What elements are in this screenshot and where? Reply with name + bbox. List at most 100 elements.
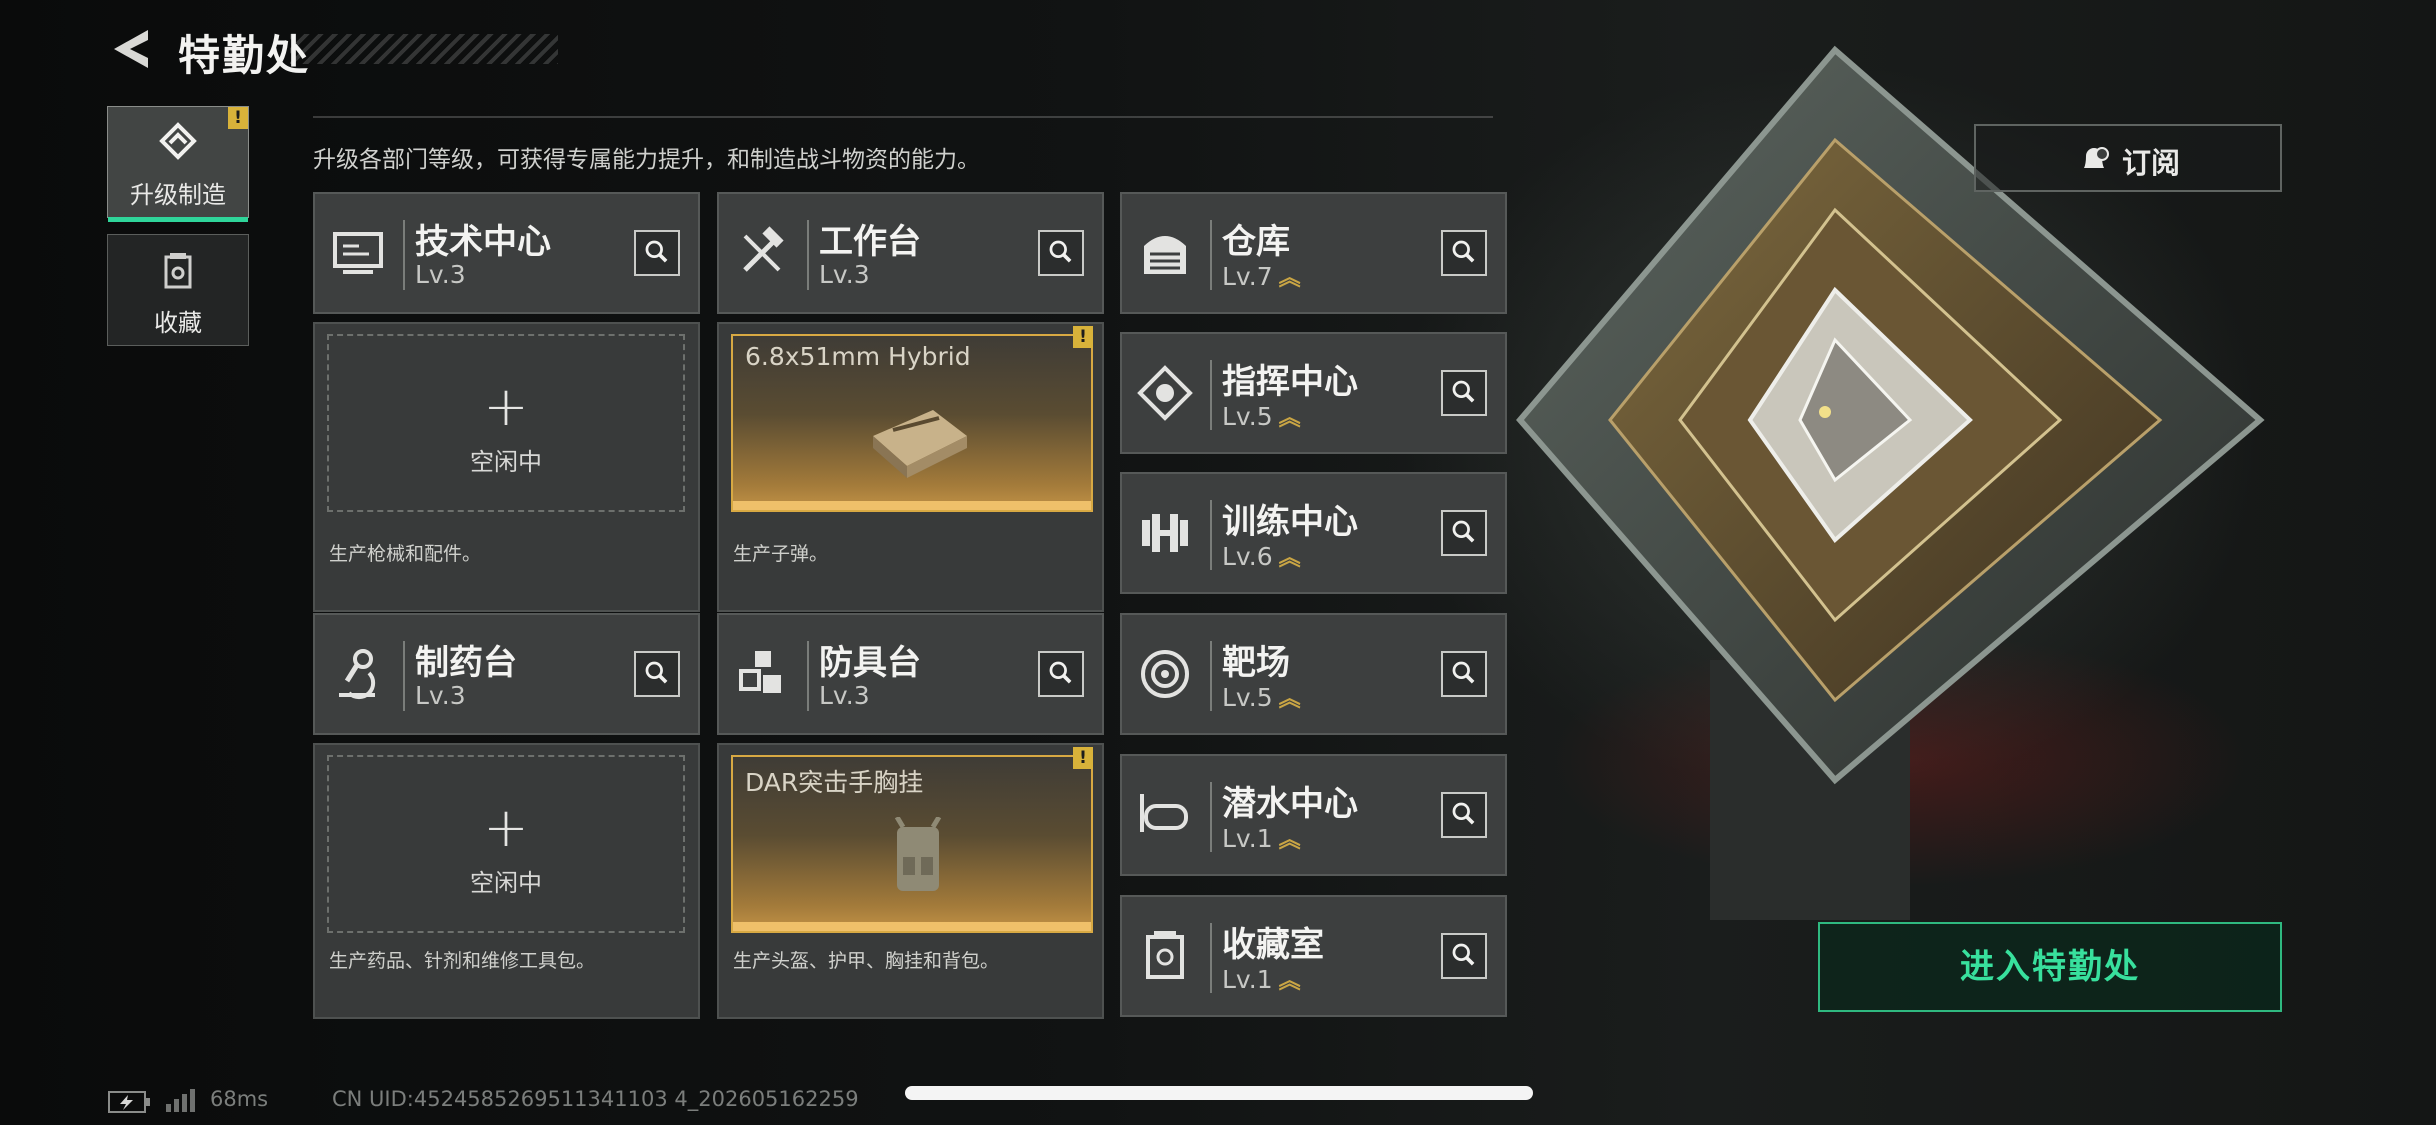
dept-level: Lv.5 ︽ <box>1222 681 1301 713</box>
tab-upgrade-craft[interactable]: 升级制造 ! <box>107 106 249 222</box>
search-icon[interactable] <box>1038 651 1084 697</box>
ping-readout: 68ms <box>210 1087 269 1111</box>
idle-slot[interactable]: + 空闲中 <box>327 755 685 933</box>
separator <box>1210 923 1212 993</box>
diving-mask-icon <box>1140 794 1188 832</box>
alert-badge: ! <box>1073 747 1093 769</box>
search-icon[interactable] <box>1441 230 1487 276</box>
production-item[interactable]: DAR突击手胸挂 ! <box>731 747 1093 933</box>
separator <box>807 641 809 711</box>
dept-tech-center[interactable]: 技术中心 Lv.3 <box>313 192 700 314</box>
tab-collection[interactable]: 收藏 <box>107 234 249 346</box>
add-icon: + <box>483 796 529 859</box>
level-text: Lv.7 <box>1222 262 1273 291</box>
dept-level: Lv.3 <box>819 260 870 289</box>
dept-shooting-range[interactable]: 靶场 Lv.5 ︽ <box>1120 613 1507 735</box>
workbench-slot[interactable]: 6.8x51mm Hybrid ! 生产子弹。 <box>717 322 1104 612</box>
separator <box>1210 641 1212 711</box>
dept-name: 防具台 <box>819 643 921 683</box>
dept-level: Lv.5 ︽ <box>1222 400 1301 432</box>
armor-slot[interactable]: DAR突击手胸挂 ! 生产头盔、护甲、胸挂和背包。 <box>717 743 1104 1019</box>
idle-status: 空闲中 <box>470 448 542 476</box>
separator <box>403 220 405 290</box>
tab-upgrade-craft-label: 升级制造 <box>130 181 226 209</box>
idle-slot[interactable]: + 空闲中 <box>327 334 685 512</box>
page-description: 升级各部门等级，可获得专属能力提升，和制造战斗物资的能力。 <box>313 147 980 173</box>
subscribe-button[interactable]: 订阅 <box>1974 124 2282 192</box>
page-title: 特勤处 <box>178 31 311 80</box>
search-icon[interactable] <box>634 651 680 697</box>
search-icon[interactable] <box>1441 651 1487 697</box>
search-icon[interactable] <box>1441 510 1487 556</box>
level-text: Lv.5 <box>1222 402 1273 431</box>
dept-name: 指挥中心 <box>1222 362 1358 402</box>
dept-diving-center[interactable]: 潜水中心 Lv.1 ︽ <box>1120 754 1507 876</box>
idle-status: 空闲中 <box>470 869 542 897</box>
dept-level: Lv.1 ︽ <box>1222 963 1301 995</box>
level-text: Lv.6 <box>1222 542 1273 571</box>
search-icon[interactable] <box>1038 230 1084 276</box>
cubes-icon <box>739 651 781 693</box>
search-icon[interactable] <box>1441 933 1487 979</box>
title-decoration <box>290 34 558 64</box>
back-icon[interactable] <box>108 26 154 72</box>
dept-workbench[interactable]: 工作台 Lv.3 <box>717 192 1104 314</box>
command-chip-icon <box>1137 365 1193 421</box>
subscribe-label: 订阅 <box>2122 146 2181 180</box>
progress-bar <box>733 501 1091 510</box>
tech-center-slot[interactable]: + 空闲中 生产枪械和配件。 <box>313 322 700 612</box>
dept-name: 收藏室 <box>1222 925 1324 965</box>
monitor-icon <box>333 232 383 274</box>
signal-icon <box>166 1089 195 1112</box>
dept-name: 工作台 <box>819 222 921 262</box>
dept-pharmacy[interactable]: 制药台 Lv.3 <box>313 613 700 735</box>
search-icon[interactable] <box>1441 792 1487 838</box>
dept-collection-room[interactable]: 收藏室 Lv.1 ︽ <box>1120 895 1507 1017</box>
alert-badge: ! <box>1073 326 1093 348</box>
upgrade-available-icon: ︽ <box>1278 546 1301 571</box>
search-icon[interactable] <box>634 230 680 276</box>
dept-level: Lv.7 ︽ <box>1222 260 1301 292</box>
product-name: DAR突击手胸挂 <box>745 768 924 797</box>
home-indicator[interactable] <box>905 1086 1533 1100</box>
dept-command-center[interactable]: 指挥中心 Lv.5 ︽ <box>1120 332 1507 454</box>
upgrade-available-icon: ︽ <box>1278 687 1301 712</box>
dept-description: 生产药品、针剂和维修工具包。 <box>329 950 596 972</box>
dept-warehouse[interactable]: 仓库 Lv.7 ︽ <box>1120 192 1507 314</box>
dept-name: 靶场 <box>1222 643 1290 683</box>
enter-special-ops-button[interactable]: 进入特勤处 <box>1818 922 2282 1012</box>
dept-name: 仓库 <box>1222 222 1290 262</box>
dept-armor[interactable]: 防具台 Lv.3 <box>717 613 1104 735</box>
upgrade-available-icon: ︽ <box>1278 266 1301 291</box>
dept-name: 训练中心 <box>1222 502 1358 542</box>
dept-name: 制药台 <box>415 643 517 683</box>
add-icon: + <box>483 375 529 438</box>
microscope-icon <box>339 649 376 700</box>
search-icon[interactable] <box>1441 370 1487 416</box>
alert-badge: ! <box>228 107 248 129</box>
chest-rig-icon <box>894 817 942 891</box>
dept-name: 潜水中心 <box>1222 784 1358 824</box>
separator <box>1210 220 1212 290</box>
active-tab-indicator <box>108 217 248 222</box>
dept-level: Lv.6 ︽ <box>1222 540 1301 572</box>
separator <box>807 220 809 290</box>
progress-bar <box>733 922 1091 931</box>
level-text: Lv.1 <box>1222 824 1273 853</box>
upgrade-icon <box>159 122 197 160</box>
warehouse-icon <box>1144 236 1186 274</box>
enter-label: 进入特勤处 <box>1960 947 2140 987</box>
upgrade-available-icon: ︽ <box>1278 969 1301 994</box>
dept-description: 生产头盔、护甲、胸挂和背包。 <box>733 950 1000 972</box>
production-item[interactable]: 6.8x51mm Hybrid ! <box>731 326 1093 512</box>
dept-description: 生产子弹。 <box>733 543 829 565</box>
divider <box>313 116 1493 118</box>
product-name: 6.8x51mm Hybrid <box>745 342 971 371</box>
pharmacy-slot[interactable]: + 空闲中 生产药品、针剂和维修工具包。 <box>313 743 700 1019</box>
separator <box>403 641 405 711</box>
dumbbell-icon <box>1142 514 1188 552</box>
dept-description: 生产枪械和配件。 <box>329 543 482 565</box>
upgrade-available-icon: ︽ <box>1278 406 1301 431</box>
dept-training-center[interactable]: 训练中心 Lv.6 ︽ <box>1120 472 1507 594</box>
separator <box>1210 782 1212 852</box>
